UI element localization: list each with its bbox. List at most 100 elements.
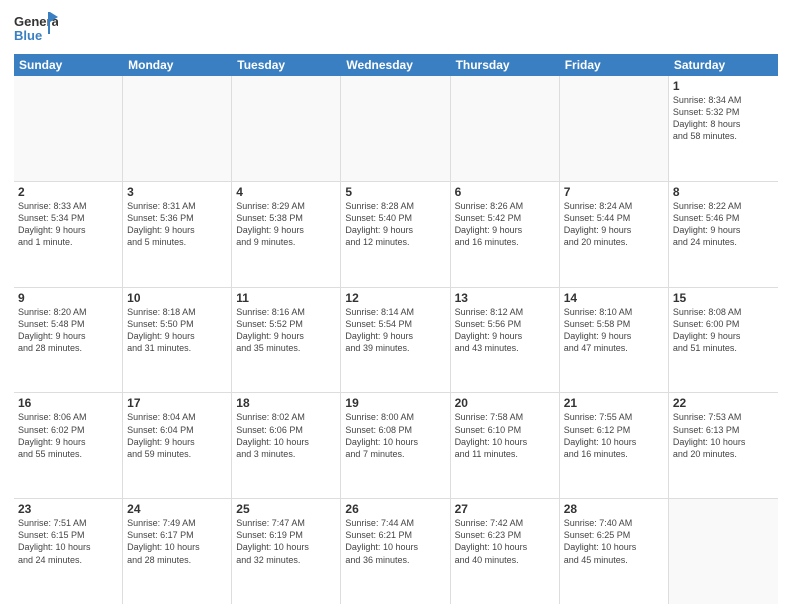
- day-info: Sunrise: 7:58 AM Sunset: 6:10 PM Dayligh…: [455, 411, 555, 460]
- day-info: Sunrise: 8:10 AM Sunset: 5:58 PM Dayligh…: [564, 306, 664, 355]
- day-cell-9: 9Sunrise: 8:20 AM Sunset: 5:48 PM Daylig…: [14, 288, 123, 393]
- calendar-header: SundayMondayTuesdayWednesdayThursdayFrid…: [14, 54, 778, 76]
- day-cell-14: 14Sunrise: 8:10 AM Sunset: 5:58 PM Dayli…: [560, 288, 669, 393]
- svg-text:Blue: Blue: [14, 28, 42, 43]
- day-number: 5: [345, 185, 445, 199]
- page: General Blue SundayMondayTuesdayWednesda…: [0, 0, 792, 612]
- empty-cell: [123, 76, 232, 181]
- day-cell-12: 12Sunrise: 8:14 AM Sunset: 5:54 PM Dayli…: [341, 288, 450, 393]
- day-info: Sunrise: 8:22 AM Sunset: 5:46 PM Dayligh…: [673, 200, 774, 249]
- weekday-header-sunday: Sunday: [14, 54, 123, 76]
- day-number: 16: [18, 396, 118, 410]
- day-info: Sunrise: 7:42 AM Sunset: 6:23 PM Dayligh…: [455, 517, 555, 566]
- day-cell-17: 17Sunrise: 8:04 AM Sunset: 6:04 PM Dayli…: [123, 393, 232, 498]
- day-info: Sunrise: 8:00 AM Sunset: 6:08 PM Dayligh…: [345, 411, 445, 460]
- day-cell-10: 10Sunrise: 8:18 AM Sunset: 5:50 PM Dayli…: [123, 288, 232, 393]
- day-info: Sunrise: 8:24 AM Sunset: 5:44 PM Dayligh…: [564, 200, 664, 249]
- day-cell-7: 7Sunrise: 8:24 AM Sunset: 5:44 PM Daylig…: [560, 182, 669, 287]
- calendar-row-0: 1Sunrise: 8:34 AM Sunset: 5:32 PM Daylig…: [14, 76, 778, 182]
- empty-cell: [560, 76, 669, 181]
- day-info: Sunrise: 7:51 AM Sunset: 6:15 PM Dayligh…: [18, 517, 118, 566]
- day-cell-4: 4Sunrise: 8:29 AM Sunset: 5:38 PM Daylig…: [232, 182, 341, 287]
- day-number: 9: [18, 291, 118, 305]
- day-cell-16: 16Sunrise: 8:06 AM Sunset: 6:02 PM Dayli…: [14, 393, 123, 498]
- day-info: Sunrise: 7:55 AM Sunset: 6:12 PM Dayligh…: [564, 411, 664, 460]
- day-cell-18: 18Sunrise: 8:02 AM Sunset: 6:06 PM Dayli…: [232, 393, 341, 498]
- day-cell-2: 2Sunrise: 8:33 AM Sunset: 5:34 PM Daylig…: [14, 182, 123, 287]
- day-number: 28: [564, 502, 664, 516]
- weekday-header-monday: Monday: [123, 54, 232, 76]
- day-cell-11: 11Sunrise: 8:16 AM Sunset: 5:52 PM Dayli…: [232, 288, 341, 393]
- day-number: 26: [345, 502, 445, 516]
- empty-cell: [669, 499, 778, 604]
- day-number: 3: [127, 185, 227, 199]
- day-number: 18: [236, 396, 336, 410]
- day-number: 11: [236, 291, 336, 305]
- day-cell-21: 21Sunrise: 7:55 AM Sunset: 6:12 PM Dayli…: [560, 393, 669, 498]
- day-cell-19: 19Sunrise: 8:00 AM Sunset: 6:08 PM Dayli…: [341, 393, 450, 498]
- day-cell-8: 8Sunrise: 8:22 AM Sunset: 5:46 PM Daylig…: [669, 182, 778, 287]
- day-number: 27: [455, 502, 555, 516]
- day-number: 14: [564, 291, 664, 305]
- calendar-row-4: 23Sunrise: 7:51 AM Sunset: 6:15 PM Dayli…: [14, 499, 778, 604]
- day-info: Sunrise: 8:31 AM Sunset: 5:36 PM Dayligh…: [127, 200, 227, 249]
- day-info: Sunrise: 8:14 AM Sunset: 5:54 PM Dayligh…: [345, 306, 445, 355]
- day-info: Sunrise: 8:18 AM Sunset: 5:50 PM Dayligh…: [127, 306, 227, 355]
- day-info: Sunrise: 8:20 AM Sunset: 5:48 PM Dayligh…: [18, 306, 118, 355]
- day-cell-25: 25Sunrise: 7:47 AM Sunset: 6:19 PM Dayli…: [232, 499, 341, 604]
- empty-cell: [14, 76, 123, 181]
- day-number: 2: [18, 185, 118, 199]
- day-cell-15: 15Sunrise: 8:08 AM Sunset: 6:00 PM Dayli…: [669, 288, 778, 393]
- day-info: Sunrise: 8:28 AM Sunset: 5:40 PM Dayligh…: [345, 200, 445, 249]
- day-number: 19: [345, 396, 445, 410]
- day-number: 12: [345, 291, 445, 305]
- day-number: 17: [127, 396, 227, 410]
- calendar-row-3: 16Sunrise: 8:06 AM Sunset: 6:02 PM Dayli…: [14, 393, 778, 499]
- day-number: 7: [564, 185, 664, 199]
- weekday-header-saturday: Saturday: [669, 54, 778, 76]
- day-info: Sunrise: 8:33 AM Sunset: 5:34 PM Dayligh…: [18, 200, 118, 249]
- empty-cell: [451, 76, 560, 181]
- day-number: 4: [236, 185, 336, 199]
- day-number: 8: [673, 185, 774, 199]
- day-cell-28: 28Sunrise: 7:40 AM Sunset: 6:25 PM Dayli…: [560, 499, 669, 604]
- day-number: 22: [673, 396, 774, 410]
- calendar-body: 1Sunrise: 8:34 AM Sunset: 5:32 PM Daylig…: [14, 76, 778, 604]
- day-info: Sunrise: 7:40 AM Sunset: 6:25 PM Dayligh…: [564, 517, 664, 566]
- day-info: Sunrise: 8:12 AM Sunset: 5:56 PM Dayligh…: [455, 306, 555, 355]
- day-info: Sunrise: 8:29 AM Sunset: 5:38 PM Dayligh…: [236, 200, 336, 249]
- day-info: Sunrise: 7:44 AM Sunset: 6:21 PM Dayligh…: [345, 517, 445, 566]
- empty-cell: [341, 76, 450, 181]
- day-cell-20: 20Sunrise: 7:58 AM Sunset: 6:10 PM Dayli…: [451, 393, 560, 498]
- day-cell-24: 24Sunrise: 7:49 AM Sunset: 6:17 PM Dayli…: [123, 499, 232, 604]
- calendar-row-2: 9Sunrise: 8:20 AM Sunset: 5:48 PM Daylig…: [14, 288, 778, 394]
- day-number: 21: [564, 396, 664, 410]
- day-info: Sunrise: 7:47 AM Sunset: 6:19 PM Dayligh…: [236, 517, 336, 566]
- day-number: 23: [18, 502, 118, 516]
- weekday-header-thursday: Thursday: [451, 54, 560, 76]
- day-number: 1: [673, 79, 774, 93]
- day-info: Sunrise: 8:06 AM Sunset: 6:02 PM Dayligh…: [18, 411, 118, 460]
- day-info: Sunrise: 7:49 AM Sunset: 6:17 PM Dayligh…: [127, 517, 227, 566]
- day-info: Sunrise: 8:02 AM Sunset: 6:06 PM Dayligh…: [236, 411, 336, 460]
- day-number: 13: [455, 291, 555, 305]
- day-info: Sunrise: 8:26 AM Sunset: 5:42 PM Dayligh…: [455, 200, 555, 249]
- day-info: Sunrise: 7:53 AM Sunset: 6:13 PM Dayligh…: [673, 411, 774, 460]
- day-cell-13: 13Sunrise: 8:12 AM Sunset: 5:56 PM Dayli…: [451, 288, 560, 393]
- day-cell-1: 1Sunrise: 8:34 AM Sunset: 5:32 PM Daylig…: [669, 76, 778, 181]
- day-cell-22: 22Sunrise: 7:53 AM Sunset: 6:13 PM Dayli…: [669, 393, 778, 498]
- day-cell-3: 3Sunrise: 8:31 AM Sunset: 5:36 PM Daylig…: [123, 182, 232, 287]
- day-cell-26: 26Sunrise: 7:44 AM Sunset: 6:21 PM Dayli…: [341, 499, 450, 604]
- weekday-header-wednesday: Wednesday: [341, 54, 450, 76]
- day-cell-23: 23Sunrise: 7:51 AM Sunset: 6:15 PM Dayli…: [14, 499, 123, 604]
- empty-cell: [232, 76, 341, 181]
- day-number: 25: [236, 502, 336, 516]
- day-number: 6: [455, 185, 555, 199]
- day-cell-5: 5Sunrise: 8:28 AM Sunset: 5:40 PM Daylig…: [341, 182, 450, 287]
- day-info: Sunrise: 8:34 AM Sunset: 5:32 PM Dayligh…: [673, 94, 774, 143]
- day-number: 24: [127, 502, 227, 516]
- logo-icon: General Blue: [14, 10, 58, 46]
- day-number: 20: [455, 396, 555, 410]
- day-info: Sunrise: 8:16 AM Sunset: 5:52 PM Dayligh…: [236, 306, 336, 355]
- day-cell-6: 6Sunrise: 8:26 AM Sunset: 5:42 PM Daylig…: [451, 182, 560, 287]
